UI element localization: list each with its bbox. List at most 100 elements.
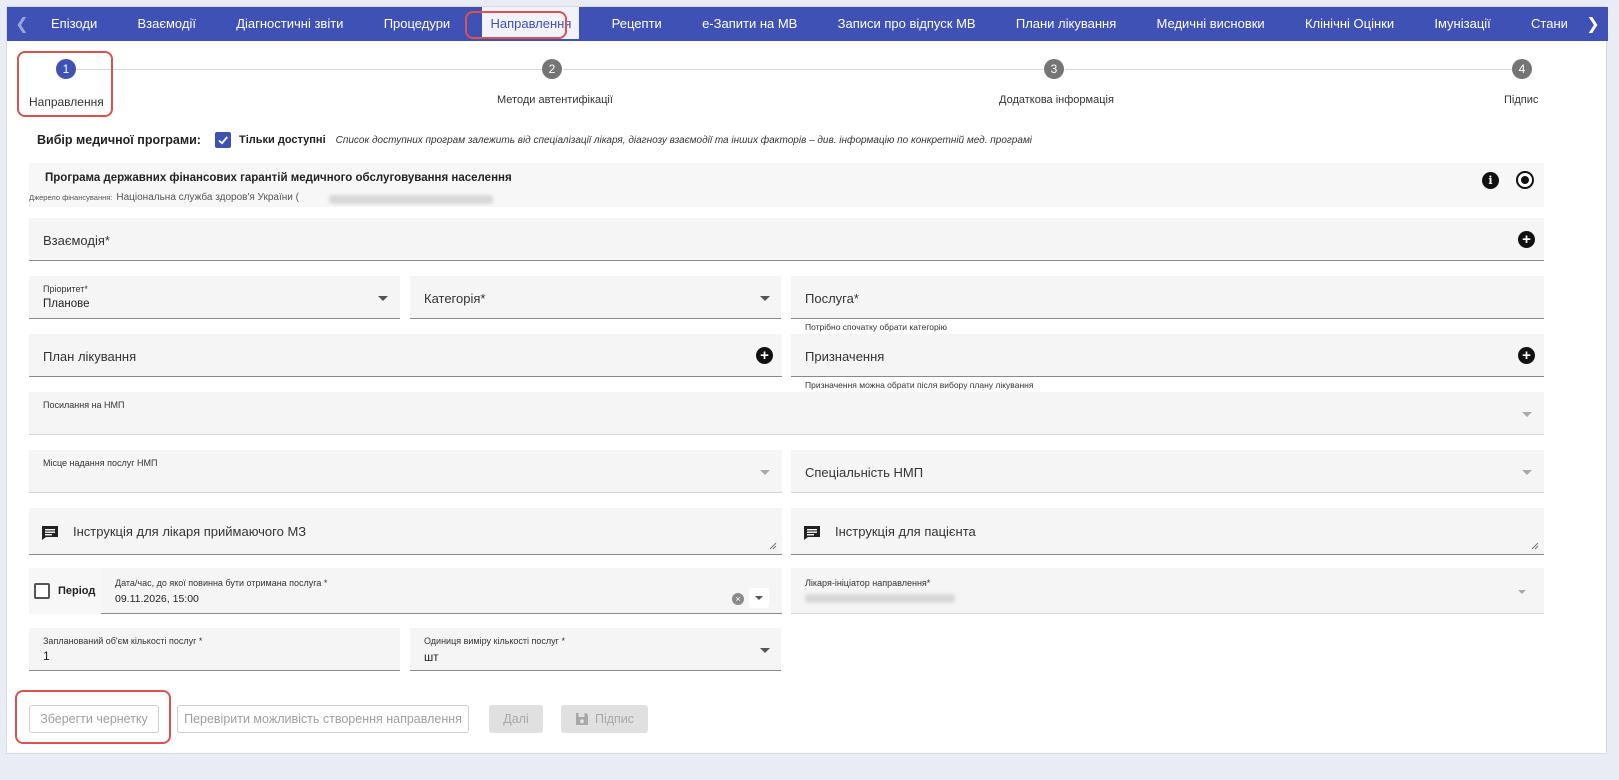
tab-dispense-records[interactable]: Записи про відпуск МВ (830, 7, 984, 41)
program-name: Програма державних фінансових гарантій м… (45, 172, 512, 184)
category-label: Категорія* (424, 291, 486, 306)
assignment-hint: Призначення можна обрати після вибору пл… (805, 380, 1034, 390)
interaction-field[interactable]: Взаємодія* + (29, 218, 1544, 261)
tab-medication-requests[interactable]: е-Запити на МВ (694, 7, 805, 41)
tab-procedures[interactable]: Процедури (376, 7, 458, 41)
chevron-down-icon (760, 470, 770, 475)
emergency-specialty-select[interactable]: Спеціальність НМП (791, 450, 1544, 493)
unit-label: Одиниця виміру кількості послуг * (424, 636, 565, 646)
priority-value: Планове (43, 298, 90, 310)
emergency-ref-select[interactable]: Посилання на НМП (29, 392, 1544, 435)
priority-select[interactable]: Пріоритет* Планове (29, 276, 400, 319)
emergency-specialty-label: Спеціальність НМП (805, 465, 924, 480)
tab-episodes[interactable]: Епізоди (43, 7, 105, 41)
date-field[interactable]: Дата/час, до якої повинна бути отримана … (101, 568, 782, 614)
tab-clinical-assessments[interactable]: Клінічні Оцінки (1297, 7, 1402, 41)
tab-immunizations[interactable]: Імунізації (1426, 7, 1498, 41)
clear-icon[interactable]: × (732, 593, 744, 605)
only-available-label: Тільки доступні (238, 134, 326, 146)
info-icon[interactable]: i (1482, 172, 1499, 189)
tabs-scroll-right-icon[interactable]: ❯ (1578, 7, 1608, 41)
instr-doctor-label: Інструкція для лікаря приймаючого МЗ (73, 524, 307, 539)
step-2-number[interactable]: 2 (542, 59, 562, 79)
service-hint: Потрібно спочатку обрати категорію (805, 322, 947, 332)
chevron-down-icon (755, 596, 763, 600)
chevron-down-icon (1522, 412, 1532, 417)
step-4-number[interactable]: 4 (1512, 59, 1532, 79)
service-select[interactable]: Послуга* (791, 276, 1544, 319)
step-1-label: Направлення (29, 95, 104, 109)
radio-dot-icon (1521, 176, 1529, 184)
tab-conditions[interactable]: Стани (1523, 7, 1576, 41)
assignment-label: Призначення (805, 349, 885, 364)
tab-care-plans[interactable]: Плани лікування (1008, 7, 1124, 41)
program-select-label: Вибір медичної програми: (37, 133, 201, 147)
chevron-down-icon (1518, 590, 1526, 594)
sign-button-label: Підпис (594, 712, 635, 726)
step-1-number[interactable]: 1 (56, 59, 76, 79)
tab-diagnostic-reports[interactable]: Діагностичні звіти (228, 7, 351, 41)
unit-value: шт (424, 652, 439, 664)
chevron-down-icon (378, 296, 388, 301)
step-2-label: Методи автентифікації (497, 94, 613, 106)
tab-prescriptions[interactable]: Рецепти (604, 7, 670, 41)
message-icon (804, 526, 820, 540)
add-assignment-icon[interactable]: + (1518, 347, 1535, 364)
program-select-row: Вибір медичної програми: Тільки доступні… (37, 132, 1032, 148)
save-draft-button[interactable]: Зберегти чернетку (29, 705, 159, 733)
category-select[interactable]: Категорія* (410, 276, 781, 319)
program-radio[interactable] (1516, 171, 1534, 189)
check-possibility-button[interactable]: Перевірити можливість створення направле… (177, 705, 469, 733)
program-source-value: Національна служба здоров'я України ( (116, 192, 299, 203)
quantity-label: Запланований об'єм кількості послуг * (43, 636, 203, 646)
program-source: Джерело фінансування: Національна служба… (29, 192, 299, 203)
tab-medical-conclusions[interactable]: Медичні висновки (1149, 7, 1273, 41)
instr-patient-label: Інструкція для пацієнта (835, 524, 976, 539)
date-dropdown-button[interactable] (749, 588, 769, 608)
step-3-number[interactable]: 3 (1044, 59, 1064, 79)
referral-page: ❮ Епізоди Взаємодії Діагностичні звіти П… (6, 6, 1608, 754)
tab-bar: ❮ Епізоди Взаємодії Діагностичні звіти П… (7, 7, 1608, 41)
check-icon (218, 136, 228, 145)
next-button[interactable]: Далі (489, 705, 543, 733)
interaction-label: Взаємодія* (43, 233, 110, 248)
initiator-select[interactable]: Лікаря-ініціатор направлення* (791, 568, 1544, 614)
resize-handle-icon[interactable] (1531, 542, 1539, 550)
chevron-down-icon (760, 296, 770, 301)
save-icon (575, 713, 588, 725)
period-checkbox[interactable] (34, 583, 50, 599)
redacted-text (805, 594, 955, 603)
instr-doctor-textarea[interactable]: Інструкція для лікаря приймаючого МЗ (29, 508, 782, 555)
chevron-down-icon (760, 648, 770, 653)
instr-patient-textarea[interactable]: Інструкція для пацієнта (791, 508, 1544, 555)
only-available-checkbox[interactable] (214, 132, 231, 148)
program-source-label: Джерело фінансування: (29, 193, 113, 202)
treatment-plan-field[interactable]: План лікування + (29, 334, 782, 377)
tabs: Епізоди Взаємодії Діагностичні звіти Про… (37, 7, 1578, 41)
assignment-field[interactable]: Призначення + (791, 334, 1544, 377)
emergency-ref-label: Посилання на НМП (43, 400, 125, 410)
emergency-place-select[interactable]: Місце надання послуг НМП (29, 450, 782, 493)
sign-button[interactable]: Підпис (561, 705, 648, 733)
treatment-plan-label: План лікування (43, 349, 137, 364)
tabs-scroll-left-icon[interactable]: ❮ (7, 7, 37, 41)
tab-referrals[interactable]: Направлення (482, 7, 580, 41)
program-note: Список доступних програм залежить від сп… (335, 134, 1033, 146)
resize-handle-icon[interactable] (769, 542, 777, 550)
unit-select[interactable]: Одиниця виміру кількості послуг * шт (410, 628, 781, 671)
add-interaction-icon[interactable]: + (1518, 231, 1535, 248)
step-4-label: Підпис (1504, 94, 1539, 106)
date-label: Дата/час, до якої повинна бути отримана … (115, 578, 328, 588)
quantity-value: 1 (43, 649, 50, 663)
add-treatment-plan-icon[interactable]: + (756, 347, 773, 364)
period-checkbox-row[interactable]: Період (29, 568, 101, 614)
program-card[interactable]: Програма державних фінансових гарантій м… (29, 163, 1544, 207)
tab-interactions[interactable]: Взаємодії (129, 7, 203, 41)
date-value: 09.11.2026, 15:00 (115, 593, 199, 605)
quantity-field[interactable]: Запланований об'єм кількості послуг * 1 (29, 628, 400, 671)
step-connector (1065, 69, 1513, 70)
redacted-text (329, 195, 493, 204)
period-label: Період (58, 585, 96, 597)
step-connector (77, 69, 547, 70)
message-icon (42, 526, 58, 540)
